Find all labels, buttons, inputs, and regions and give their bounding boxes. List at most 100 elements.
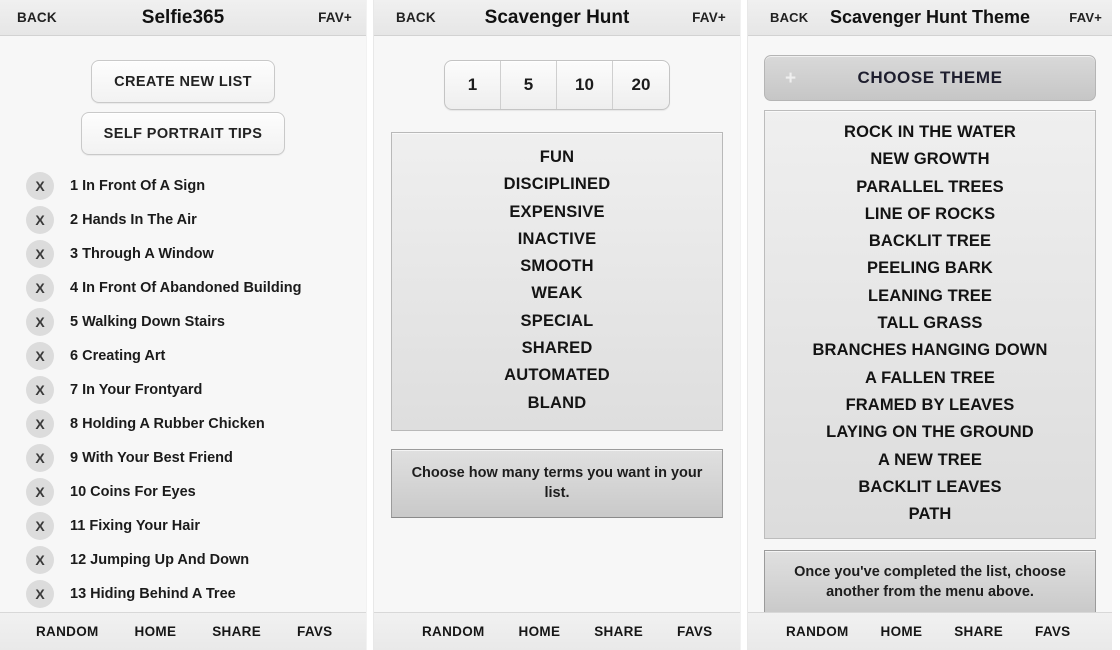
choose-theme-button[interactable]: + CHOOSE THEME — [764, 55, 1096, 101]
list-item-label: 9 With Your Best Friend — [70, 450, 233, 466]
theme-list-item[interactable]: LINE OF ROCKS — [765, 201, 1095, 228]
theme-list-item[interactable]: PARALLEL TREES — [765, 174, 1095, 201]
list-item[interactable]: X 4 In Front Of Abandoned Building — [0, 271, 366, 305]
term-count-option-10[interactable]: 10 — [557, 61, 613, 109]
list-item[interactable]: X 9 With Your Best Friend — [0, 441, 366, 475]
list-item-label: 7 In Your Frontyard — [70, 382, 203, 398]
plus-icon: + — [785, 67, 797, 89]
delete-item-icon[interactable]: X — [26, 172, 54, 200]
tab-share[interactable]: SHARE — [212, 624, 261, 639]
term-count-option-20[interactable]: 20 — [613, 61, 669, 109]
screen-scavenger-hunt-theme: BACK Scavenger Hunt Theme FAV+ + CHOOSE … — [748, 0, 1112, 650]
theme-list-item[interactable]: BACKLIT TREE — [765, 228, 1095, 255]
delete-item-icon[interactable]: X — [26, 342, 54, 370]
theme-list-item[interactable]: A NEW TREE — [765, 447, 1095, 474]
list-item[interactable]: X 6 Creating Art — [0, 339, 366, 373]
theme-list-item[interactable]: BACKLIT LEAVES — [765, 474, 1095, 501]
delete-item-icon[interactable]: X — [26, 580, 54, 608]
theme-list-item[interactable]: BRANCHES HANGING DOWN — [765, 337, 1095, 364]
tab-home[interactable]: HOME — [519, 624, 561, 639]
delete-item-icon[interactable]: X — [26, 444, 54, 472]
theme-list-item[interactable]: ROCK IN THE WATER — [765, 119, 1095, 146]
theme-list-item[interactable]: NEW GROWTH — [765, 146, 1095, 173]
list-item-label: 13 Hiding Behind A Tree — [70, 586, 236, 602]
tab-favs[interactable]: FAVS — [297, 624, 332, 639]
list-item-label: 8 Holding A Rubber Chicken — [70, 416, 265, 432]
theme-list-item[interactable]: LAYING ON THE GROUND — [765, 419, 1095, 446]
list-item[interactable]: X 1 In Front Of A Sign — [0, 169, 366, 203]
word-list-item[interactable]: SPECIAL — [392, 308, 722, 335]
word-list-item[interactable]: DISCIPLINED — [392, 171, 722, 198]
fav-add-button[interactable]: FAV+ — [318, 10, 352, 25]
list-item[interactable]: X 7 In Your Frontyard — [0, 373, 366, 407]
tab-favs[interactable]: FAVS — [1035, 624, 1070, 639]
instruction-box: Once you've completed the list, choose a… — [764, 550, 1096, 612]
fav-add-button[interactable]: FAV+ — [1069, 10, 1102, 25]
tab-home[interactable]: HOME — [881, 624, 923, 639]
panel-divider-1 — [366, 0, 374, 650]
tab-bar-selfie365: RANDOM HOME SHARE FAVS — [0, 612, 366, 650]
theme-list-item[interactable]: TALL GRASS — [765, 310, 1095, 337]
create-new-list-button[interactable]: CREATE NEW LIST — [91, 60, 275, 103]
theme-list-item[interactable]: LEANING TREE — [765, 283, 1095, 310]
self-portrait-tips-button[interactable]: SELF PORTRAIT TIPS — [80, 112, 286, 155]
word-list-item[interactable]: SHARED — [392, 335, 722, 362]
list-item-label: 2 Hands In The Air — [70, 212, 197, 228]
list-item[interactable]: X 11 Fixing Your Hair — [0, 509, 366, 543]
list-item[interactable]: X 8 Holding A Rubber Chicken — [0, 407, 366, 441]
list-item-label: 11 Fixing Your Hair — [70, 518, 201, 534]
delete-item-icon[interactable]: X — [26, 206, 54, 234]
list-item-label: 1 In Front Of A Sign — [70, 178, 206, 194]
delete-item-icon[interactable]: X — [26, 478, 54, 506]
list-item[interactable]: X 12 Jumping Up And Down — [0, 543, 366, 577]
delete-item-icon[interactable]: X — [26, 240, 54, 268]
list-item-label: 4 In Front Of Abandoned Building — [70, 280, 302, 296]
word-list-item[interactable]: FUN — [392, 144, 722, 171]
back-button[interactable]: BACK — [396, 10, 436, 25]
list-item-label: 6 Creating Art — [70, 348, 166, 364]
list-item-label: 3 Through A Window — [70, 246, 214, 262]
delete-item-icon[interactable]: X — [26, 512, 54, 540]
list-item[interactable]: X 10 Coins For Eyes — [0, 475, 366, 509]
back-button[interactable]: BACK — [17, 10, 57, 25]
term-count-option-1[interactable]: 1 — [445, 61, 501, 109]
theme-list-item[interactable]: PATH — [765, 501, 1095, 528]
back-button[interactable]: BACK — [770, 10, 808, 25]
tab-share[interactable]: SHARE — [954, 624, 1003, 639]
header-bar-selfie365: BACK Selfie365 FAV+ — [0, 0, 366, 36]
tab-random[interactable]: RANDOM — [36, 624, 99, 639]
choose-theme-label: CHOOSE THEME — [857, 68, 1003, 87]
tab-home[interactable]: HOME — [135, 624, 177, 639]
tab-share[interactable]: SHARE — [594, 624, 643, 639]
tab-random[interactable]: RANDOM — [422, 624, 485, 639]
word-list-item[interactable]: EXPENSIVE — [392, 199, 722, 226]
theme-list-item[interactable]: FRAMED BY LEAVES — [765, 392, 1095, 419]
list-item[interactable]: X 5 Walking Down Stairs — [0, 305, 366, 339]
tab-random[interactable]: RANDOM — [786, 624, 849, 639]
selfie365-content: CREATE NEW LIST SELF PORTRAIT TIPS X 1 In… — [0, 36, 366, 612]
screen-scavenger-hunt: BACK Scavenger Hunt FAV+ 1 5 10 20 FUN DISCI… — [374, 0, 740, 650]
word-list-item[interactable]: SMOOTH — [392, 253, 722, 280]
theme-list-item[interactable]: A FALLEN TREE — [765, 365, 1095, 392]
word-list-item[interactable]: INACTIVE — [392, 226, 722, 253]
word-list-item[interactable]: BLAND — [392, 390, 722, 417]
word-list-item[interactable]: AUTOMATED — [392, 362, 722, 389]
theme-list-item[interactable]: PEELING BARK — [765, 255, 1095, 282]
scavenger-hunt-content: 1 5 10 20 FUN DISCIPLINED EXPENSIVE INACTIVE SM… — [374, 36, 740, 612]
list-item[interactable]: X 2 Hands In The Air — [0, 203, 366, 237]
header-bar-scavenger-hunt-theme: BACK Scavenger Hunt Theme FAV+ — [748, 0, 1112, 36]
tab-favs[interactable]: FAVS — [677, 624, 712, 639]
term-count-option-5[interactable]: 5 — [501, 61, 557, 109]
fav-add-button[interactable]: FAV+ — [692, 10, 726, 25]
list-item[interactable]: X 3 Through A Window — [0, 237, 366, 271]
list-item[interactable]: X 13 Hiding Behind A Tree — [0, 577, 366, 611]
delete-item-icon[interactable]: X — [26, 308, 54, 336]
word-list-item[interactable]: WEAK — [392, 280, 722, 307]
delete-item-icon[interactable]: X — [26, 546, 54, 574]
checklist: X 1 In Front Of A Sign X 2 Hands In The Air… — [0, 169, 366, 611]
word-list-box: FUN DISCIPLINED EXPENSIVE INACTIVE SMOOTH WEA… — [391, 132, 723, 431]
delete-item-icon[interactable]: X — [26, 274, 54, 302]
term-count-segmented-control[interactable]: 1 5 10 20 — [444, 60, 670, 110]
delete-item-icon[interactable]: X — [26, 376, 54, 404]
delete-item-icon[interactable]: X — [26, 410, 54, 438]
